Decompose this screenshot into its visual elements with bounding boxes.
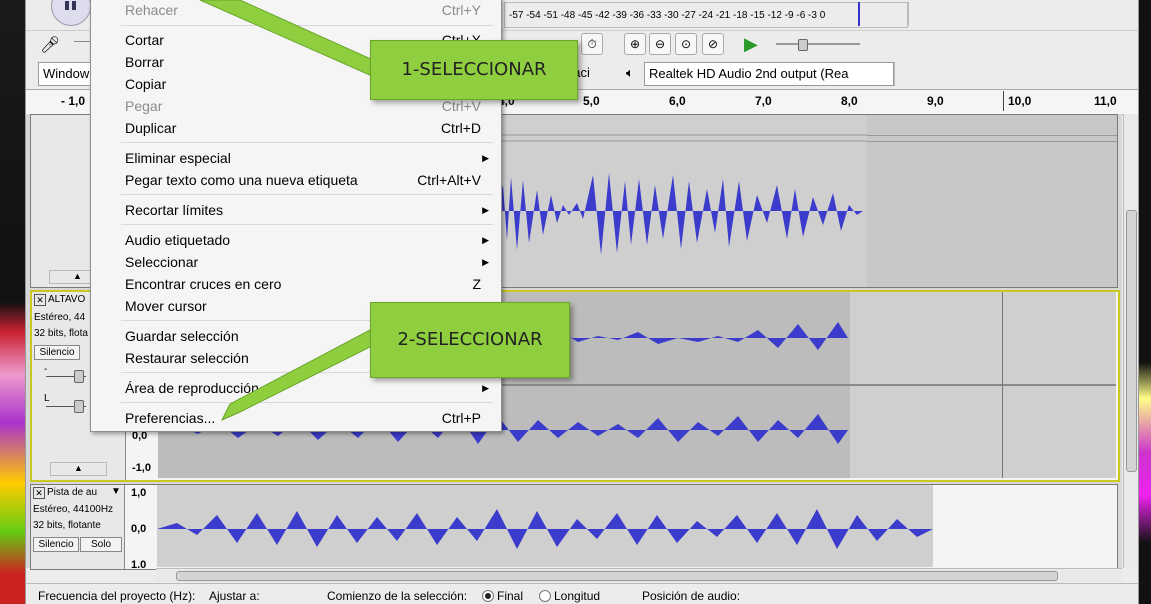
callout-1: 1-SELECCIONAR [370,40,578,100]
arrow-1 [199,0,383,77]
callout-2: 2-SELECCIONAR [370,302,570,378]
arrow-2 [220,329,381,422]
